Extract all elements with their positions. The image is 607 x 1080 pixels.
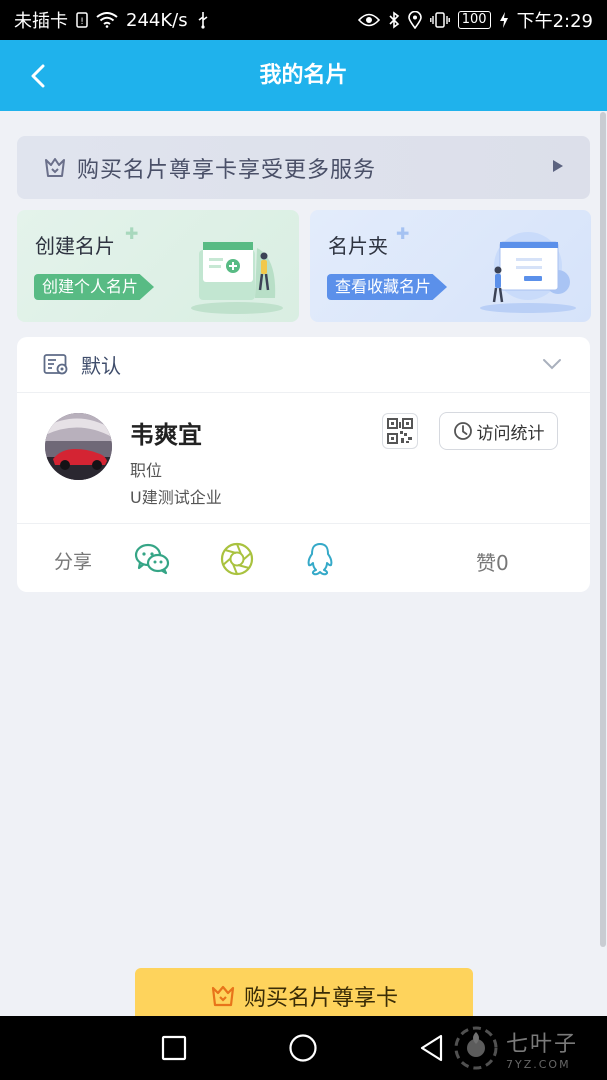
avatar (45, 413, 112, 480)
triangle-back-icon (420, 1034, 443, 1062)
visit-stats-button[interactable]: 访问统计 (439, 412, 558, 450)
svg-text:!: ! (80, 17, 84, 27)
scrollbar[interactable] (600, 112, 606, 947)
app-header: 我的名片 (0, 40, 607, 111)
bluetooth-icon (388, 11, 400, 29)
card-folder-tag: 查看收藏名片 (327, 274, 448, 300)
moments-icon (220, 542, 254, 576)
card-folder-title: 名片夹 (328, 234, 388, 258)
business-card: 默认 韦爽宜 职位 U建测试企业 访问统计 分享 赞0 (17, 337, 590, 592)
share-row: 分享 赞0 (17, 523, 590, 592)
system-nav-bar: 七叶子 7YZ.COM (0, 1016, 607, 1080)
sparkle-icon: ✚ (396, 224, 410, 243)
page-title: 我的名片 (259, 63, 348, 88)
sparkle-icon: ✚ (125, 224, 139, 243)
carrier-text: 未插卡 (14, 11, 68, 32)
status-bar: 未插卡 ! 244K/s 100 下午2:29 (0, 0, 607, 40)
qr-code-icon (387, 418, 413, 444)
watermark: 七叶子 7YZ.COM (452, 1024, 578, 1072)
clock-time: 下午2:29 (516, 11, 593, 32)
battery-indicator: 100 (457, 11, 491, 29)
create-card-tile[interactable]: 创建名片 ✚ 创建个人名片 (17, 210, 299, 322)
location-icon (407, 11, 422, 29)
create-card-title: 创建名片 (35, 234, 115, 258)
circle-icon (289, 1034, 317, 1062)
nav-back-button[interactable] (416, 1032, 448, 1064)
card-icon (43, 353, 69, 377)
usb-icon (196, 11, 210, 29)
card-folder-illustration (480, 232, 576, 313)
charge-icon (499, 12, 509, 28)
person-name: 韦爽宜 (130, 421, 202, 449)
visit-stats-label: 访问统计 (476, 423, 545, 444)
person-position: 职位 (130, 461, 163, 480)
share-moments-button[interactable] (219, 541, 255, 577)
vip-banner[interactable]: 购买名片尊享卡享受更多服务 (17, 136, 590, 199)
likes-count[interactable]: 赞0 (476, 547, 509, 576)
sim-icon: ! (76, 12, 88, 28)
crown-icon (211, 985, 235, 1007)
vibrate-icon (429, 12, 450, 28)
eye-icon (357, 13, 380, 27)
card-group-label: 默认 (81, 354, 121, 378)
recents-button[interactable] (158, 1032, 190, 1064)
leaf-logo-icon (454, 1026, 498, 1070)
network-speed: 244K/s (126, 9, 188, 31)
qr-code-button[interactable] (382, 413, 418, 449)
square-icon (161, 1035, 187, 1061)
watermark-main: 七叶子 (506, 1031, 579, 1057)
share-qq-button[interactable] (302, 541, 338, 577)
share-wechat-button[interactable] (134, 541, 170, 577)
card-group-selector[interactable]: 默认 (17, 337, 590, 393)
wifi-icon (96, 12, 118, 28)
play-arrow-icon (552, 158, 564, 177)
wechat-icon (134, 543, 170, 575)
company-name: U建测试企业 (130, 488, 222, 507)
watermark-sub: 7YZ.COM (506, 1057, 571, 1071)
home-button[interactable] (287, 1032, 319, 1064)
card-folder-tile[interactable]: 名片夹 ✚ 查看收藏名片 (310, 210, 591, 322)
buy-vip-card-label: 购买名片尊享卡 (243, 986, 398, 1011)
create-card-illustration (191, 242, 283, 314)
share-label: 分享 (54, 551, 93, 573)
chevron-down-icon (542, 355, 562, 374)
qq-icon (307, 543, 333, 576)
create-card-tag: 创建个人名片 (34, 274, 155, 300)
vip-banner-text: 购买名片尊享卡享受更多服务 (77, 157, 377, 183)
crown-icon (43, 156, 67, 180)
clock-icon (453, 422, 472, 440)
